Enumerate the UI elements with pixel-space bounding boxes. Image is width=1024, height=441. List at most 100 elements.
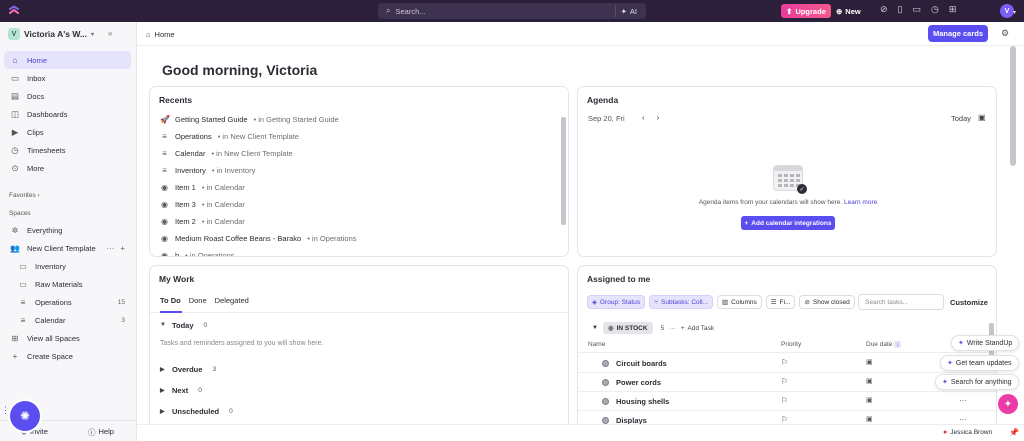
today-button[interactable]: Today [951,114,971,123]
columns-chip[interactable]: ▥ Columns [716,295,762,309]
check-circle-icon[interactable]: ⊘ [880,4,888,15]
chevron-right-icon[interactable]: › [657,113,660,122]
sidebar-item-docs[interactable]: ▤ Docs [4,87,131,105]
work-group-overdue[interactable]: ▶ Overdue 3 [160,361,216,377]
sidebar-item-dashboards[interactable]: ◫ Dashboards [4,105,131,123]
sidebar-item-clips[interactable]: ▶ Clips [4,123,131,141]
subtasks-chip[interactable]: ⑂ Subtasks: Coll... [649,295,713,309]
filter-chip[interactable]: ☰ Fi... [765,295,796,309]
calendar-icon[interactable]: ▣ [978,113,986,122]
collapse-triangle-icon[interactable]: ▼ [592,325,598,331]
sort-arrow-icon[interactable]: ↓ [894,341,902,348]
upgrade-button[interactable]: ⬆ Upgrade [781,4,831,18]
recent-item[interactable]: 🚀 Getting Started Guide • in Getting Start… [160,111,339,128]
add-task-button[interactable]: + Add Task [681,325,714,332]
sidebar-item-home[interactable]: ⌂ Home [4,51,131,69]
more-dots-icon[interactable]: ··· [106,244,114,253]
user-avatar[interactable]: V [1000,4,1014,18]
column-header-priority[interactable]: Priority [781,341,801,348]
space-item-calendar[interactable]: ≡ Calendar 3 [4,311,131,329]
ai-brain-fab[interactable]: ✦ [998,394,1018,414]
group-status-chip[interactable]: ◈ Group: Status [587,295,646,309]
favorites-section-label[interactable]: Favorites › [9,192,40,199]
clickup-logo-icon[interactable] [8,5,20,17]
recent-item[interactable]: ◉ Medium Roast Coffee Beans - Barako • in … [160,230,357,247]
column-header-due-date[interactable]: Due date ↓ [866,341,902,348]
collapse-triangle-icon[interactable]: ▶ [160,408,166,415]
space-item-raw-materials[interactable]: ▭ Raw Materials [4,275,131,293]
task-status-icon[interactable] [602,359,609,367]
collapse-triangle-icon[interactable]: ▶ [160,387,166,394]
recent-item[interactable]: ≡ Calendar • in New Client Template [160,145,293,162]
task-status-icon[interactable] [602,397,609,405]
recent-item[interactable]: ◉ Item 1 • in Calendar [160,179,245,196]
task-status-icon[interactable] [602,378,609,386]
status-group-row[interactable]: ▼ ◉ IN STOCK 5 ··· + Add Task [592,321,714,335]
recent-item[interactable]: ◉ Item 3 • in Calendar [160,196,245,213]
ai-button[interactable]: ✦ AI [614,5,642,17]
tab-to-do[interactable]: To Do [160,296,181,305]
flag-icon[interactable]: ⚐ [781,415,788,424]
task-row[interactable]: Circuit boards [602,354,667,372]
gear-icon[interactable]: ⚙ [1001,28,1009,39]
work-group-next[interactable]: ▶ Next 0 [160,382,202,398]
calendar-icon[interactable]: ▣ [866,415,873,423]
clock-icon[interactable]: ◷ [931,4,939,15]
collapse-triangle-icon[interactable]: ▶ [160,366,166,373]
sidebar-item-inbox[interactable]: ▭ Inbox [4,69,131,87]
recent-item[interactable]: ≡ Operations • in New Client Template [160,128,299,145]
flag-icon[interactable]: ⚐ [781,396,788,405]
calendar-icon[interactable]: ▣ [866,396,873,404]
search-tasks-input[interactable]: Search tasks... [858,294,944,310]
recent-item[interactable]: ◉ h • in Operations [160,247,235,256]
show-closed-chip[interactable]: ⊘ Show closed [799,295,855,309]
plus-icon[interactable]: + [120,244,125,253]
chevron-left-icon[interactable]: ‹ [642,113,645,122]
learn-more-link[interactable]: Learn more [844,199,877,206]
task-row[interactable]: Housing shells [602,392,669,410]
recents-scrollbar[interactable] [561,117,566,225]
search-anything-suggestion[interactable]: ✦ Search for anything [935,374,1019,390]
workspace-switcher[interactable]: V Victoria A's W... ▾ [8,28,94,40]
manage-cards-button[interactable]: Manage cards [928,25,988,42]
space-item-new-client-template[interactable]: 👥 New Client Template ··· + [4,239,131,257]
task-row[interactable]: Power cords [602,373,661,391]
notepad-icon[interactable]: ▯ [898,4,903,15]
task-status-icon[interactable] [602,416,609,424]
pin-icon[interactable]: 📌 [1009,428,1019,437]
write-standup-suggestion[interactable]: ✦ Write StandUp [951,335,1020,351]
team-updates-suggestion[interactable]: ✦ Get team updates [940,355,1019,371]
space-item-operations[interactable]: ≡ Operations 15 [4,293,131,311]
apps-grid-icon[interactable]: ⊞ [949,4,957,15]
more-dots-icon[interactable]: ··· [959,415,967,424]
sidebar-item-timesheets[interactable]: ◷ Timesheets [4,141,131,159]
flag-icon[interactable]: ⚐ [781,358,788,367]
tab-delegated[interactable]: Delegated [215,296,249,305]
customize-button[interactable]: Customize [950,298,988,307]
more-dots-icon[interactable]: ··· [959,396,967,405]
expand-triangle-icon[interactable]: ▼ [160,322,166,328]
new-button[interactable]: ⊕ New [836,4,861,18]
recent-item[interactable]: ◉ Item 2 • in Calendar [160,213,245,230]
recording-indicator[interactable]: ● Jessica Brown [943,429,992,436]
collapse-sidebar-icon[interactable]: « [108,29,112,38]
ai-assistant-fab[interactable]: ✺ [10,401,40,431]
video-icon[interactable]: ▭ [913,4,922,15]
space-item-create-space[interactable]: + Create Space [4,347,131,365]
breadcrumb[interactable]: ⌂ Home [146,30,175,39]
global-search-bar[interactable]: ⌕ Search... ✦ AI [378,3,646,19]
work-group-today[interactable]: ▼ Today 0 [160,317,207,333]
calendar-icon[interactable]: ▣ [866,358,873,366]
space-item-view-all-spaces[interactable]: ⊞ View all Spaces [4,329,131,347]
help-button[interactable]: ⓘ Help [88,427,114,438]
recent-item[interactable]: ≡ Inventory • in Inventory [160,162,255,179]
more-dots-icon[interactable]: ··· [669,325,676,332]
tab-done[interactable]: Done [189,296,207,305]
work-group-unscheduled[interactable]: ▶ Unscheduled 0 [160,403,233,419]
add-calendar-integrations-button[interactable]: + Add calendar integrations [741,216,835,230]
space-item-everything[interactable]: ✲ Everything [4,221,131,239]
space-item-inventory[interactable]: ▭ Inventory [4,257,131,275]
column-header-name[interactable]: Name [588,341,605,348]
calendar-icon[interactable]: ▣ [866,377,873,385]
page-scrollbar[interactable] [1010,46,1016,166]
